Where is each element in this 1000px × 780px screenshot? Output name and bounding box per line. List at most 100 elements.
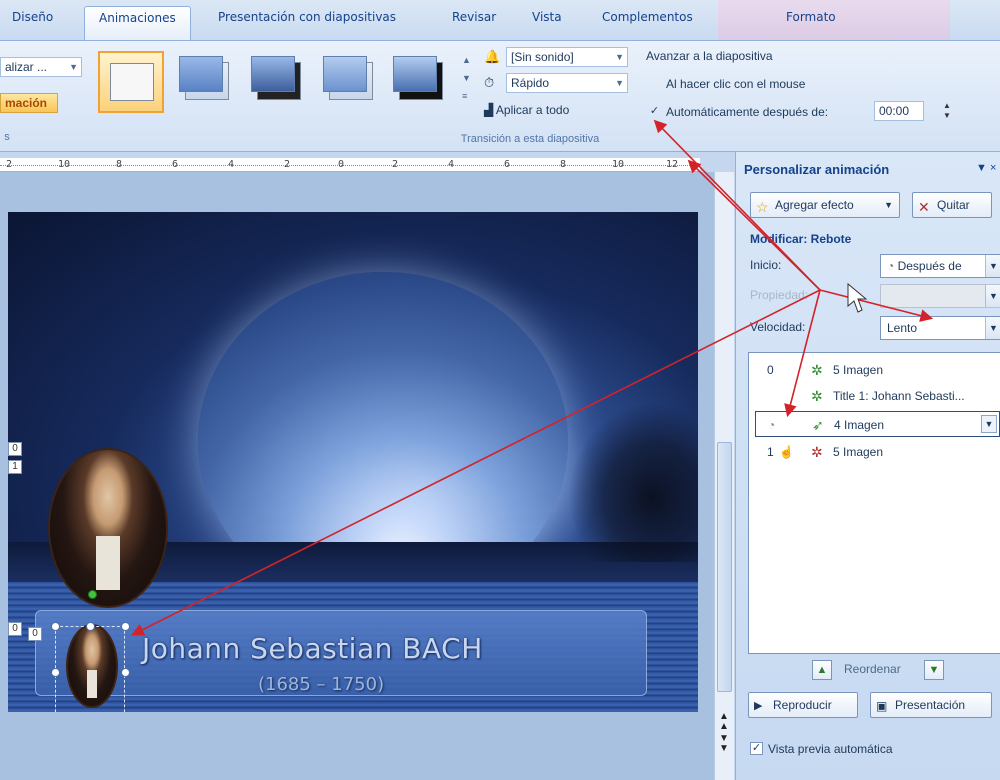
vertical-scrollbar[interactable]: ▲ ▲ ▼ ▼	[714, 172, 734, 780]
transition-cut-thumb[interactable]	[318, 51, 384, 113]
modify-heading: Modificar: Rebote	[750, 232, 852, 246]
remove-label: Quitar	[937, 198, 970, 212]
slide-title: Johann Sebastian BACH	[142, 632, 483, 665]
group-label-animations: s	[4, 131, 10, 143]
tab-formato[interactable]: Formato	[786, 10, 836, 24]
slideshow-icon: ▣	[876, 699, 888, 713]
resize-handle-icon[interactable]	[51, 668, 60, 677]
transition-black-thumb[interactable]	[246, 51, 312, 113]
slideshow-button[interactable]: ▣ Presentación	[870, 692, 992, 718]
scrollbar-thumb[interactable]	[717, 442, 732, 692]
slide-preview-icon	[323, 56, 367, 92]
start-label: Inicio:	[750, 258, 782, 272]
group-label-transition: Transición a esta diapositiva	[460, 133, 600, 145]
start-dropdown[interactable]: ◔ Después de ▼	[880, 254, 1000, 278]
sound-dropdown[interactable]: [Sin sonido] ▼	[506, 47, 628, 67]
transition-cut-black-thumb[interactable]	[388, 51, 454, 113]
gallery-scroll-icon[interactable]: ▲ ▼ ≡	[462, 51, 471, 105]
animation-order-tag[interactable]: 0	[8, 442, 22, 456]
animation-list[interactable]: 0 ✲ 5 Imagen ✲ Title 1: Johann Sebasti..…	[748, 352, 1000, 654]
animate-dropdown-label: alizar ...	[5, 60, 48, 74]
resize-handle-icon[interactable]	[121, 622, 130, 631]
slide-canvas[interactable]: Johann Sebastian BACH (1685 – 1750)	[8, 212, 698, 712]
move-down-button[interactable]: ▼	[924, 660, 944, 680]
remove-icon: ✕	[918, 199, 930, 215]
ruler-label: 4	[448, 159, 455, 170]
slideshow-label: Presentación	[895, 698, 966, 712]
rotation-handle-icon[interactable]	[88, 590, 97, 599]
auto-after-checkbox[interactable]: ✓	[648, 105, 661, 118]
ruler-label: 8	[116, 159, 123, 170]
chevron-down-icon[interactable]: ▼	[981, 415, 997, 433]
custom-animation-button[interactable]: mación	[0, 93, 58, 113]
time-input[interactable]: 00:00	[874, 101, 924, 121]
animation-order-tag[interactable]: 1	[8, 460, 22, 474]
chevron-down-icon: ▼	[884, 200, 893, 210]
speed-value-pane: Lento	[887, 321, 918, 335]
tab-revisar[interactable]: Revisar	[452, 10, 496, 24]
resize-handle-icon[interactable]	[86, 622, 95, 631]
slide-preview-icon	[179, 56, 223, 92]
on-click-checkbox[interactable]	[648, 78, 661, 91]
animate-dropdown[interactable]: alizar ... ▼	[0, 57, 82, 77]
item-label: 5 Imagen	[833, 445, 884, 459]
play-icon: ▶	[754, 700, 763, 712]
ruler-label: 8	[560, 159, 567, 170]
ruler-label: 4	[228, 159, 235, 170]
item-label: 5 Imagen	[833, 363, 884, 377]
next-slide-icon[interactable]: ▼ ▼	[719, 734, 729, 754]
previous-slide-icon[interactable]: ▲ ▲	[719, 712, 729, 732]
chevron-down-icon: ▼	[69, 62, 78, 72]
speed-value: Rápido	[511, 76, 550, 90]
list-item[interactable]: ✲ Title 1: Johann Sebasti...	[749, 383, 1000, 409]
tab-animaciones[interactable]: Animaciones	[84, 6, 191, 40]
resize-handle-icon[interactable]	[121, 668, 130, 677]
clock-icon: ◔	[768, 418, 776, 432]
bach-portrait-large[interactable]	[48, 448, 168, 608]
item-label: Title 1: Johann Sebasti...	[833, 389, 965, 403]
animation-order-tag[interactable]: 0	[28, 627, 42, 641]
tab-presentacion[interactable]: Presentación con diapositivas	[218, 10, 396, 24]
speed-label: Velocidad:	[750, 320, 806, 334]
ruler-ticks	[0, 165, 700, 166]
speed-dropdown-pane[interactable]: Lento ▼	[880, 316, 1000, 340]
list-item[interactable]: 1 ☝ ✲ 5 Imagen	[749, 439, 1000, 465]
play-button[interactable]: ▶ Reproducir	[748, 692, 858, 718]
move-up-button[interactable]: ▲	[812, 660, 832, 680]
time-spinner[interactable]: ▲ ▼	[940, 101, 954, 123]
tab-vista[interactable]: Vista	[532, 10, 562, 24]
remove-button[interactable]: ✕ Quitar	[912, 192, 992, 218]
autopreview-checkbox[interactable]: ✓	[750, 742, 763, 755]
animation-order-tag[interactable]: 0	[8, 622, 22, 636]
sound-value: [Sin sonido]	[511, 50, 574, 64]
transition-fade-thumb[interactable]	[174, 51, 240, 113]
item-order: 1	[767, 445, 774, 459]
list-item-selected[interactable]: ◔ ➶ 4 Imagen ▼	[755, 411, 1000, 437]
apply-all-button[interactable]: ▟ Aplicar a todo	[484, 103, 569, 117]
ribbon-tabs: Diseño Animaciones Presentación con diap…	[0, 0, 1000, 40]
property-label: Propiedad:	[750, 288, 809, 302]
pane-menu-icon[interactable]: ▼ ×	[976, 162, 996, 174]
list-item[interactable]: 0 ✲ 5 Imagen	[749, 357, 1000, 383]
reorder-label: Reordenar	[844, 662, 901, 676]
speed-dropdown[interactable]: Rápido ▼	[506, 73, 628, 93]
ruler-label: 2	[284, 159, 291, 170]
ruler-label: 6	[172, 159, 179, 170]
transition-none-thumb[interactable]	[98, 51, 164, 113]
play-label: Reproducir	[773, 698, 832, 712]
entrance-effect-icon: ✲	[811, 388, 823, 404]
tab-diseno[interactable]: Diseño	[12, 10, 53, 24]
apply-all-icon: ▟	[484, 103, 494, 117]
tree-silhouette	[568, 402, 698, 562]
add-effect-label: Agregar efecto	[775, 198, 854, 212]
speed-icon: ⏱	[484, 75, 495, 90]
horizontal-ruler: 2 10 8 6 4 2 0 2 4 6 8 10 12	[0, 158, 700, 172]
tab-complementos[interactable]: Complementos	[602, 10, 693, 24]
entrance-effect-icon: ➶	[812, 417, 824, 433]
add-effect-button[interactable]: ☆ Agregar efecto ▼	[750, 192, 900, 218]
ruler-label: 2	[6, 159, 13, 170]
resize-handle-icon[interactable]	[51, 622, 60, 631]
advance-title: Avanzar a la diapositiva	[646, 49, 773, 63]
ruler-label: 2	[392, 159, 399, 170]
chevron-down-icon: ▼	[985, 285, 1000, 307]
